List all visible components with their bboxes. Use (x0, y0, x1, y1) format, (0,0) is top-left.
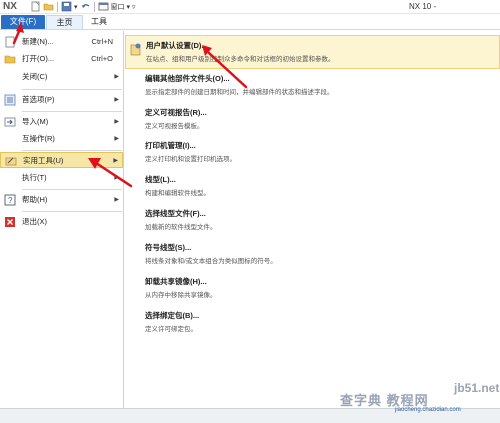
window-menu-dropdown-icon[interactable]: ▾ ▿ (127, 3, 136, 11)
menu-item-label: 首选项(P) (22, 95, 55, 104)
exit-icon (4, 216, 16, 228)
tab-home[interactable]: 主页 (46, 15, 83, 29)
save-icon[interactable] (61, 1, 72, 12)
user-defaults-icon (130, 42, 142, 56)
title-bar: NX ▾ 窗口 ▾ ▿ NX 10 - (0, 0, 500, 14)
utilities-submenu: 用户默认设置(D)... 在站点、组和用户级别控制众多命令和对话框的初始设置和参… (125, 31, 500, 408)
submenu-arrow-icon: ▶ (114, 175, 119, 181)
submenu-item-title: 符号线型(S)... (145, 243, 192, 252)
submenu-item-symbol-font[interactable]: 符号线型(S)... 将线条对象和/或文本组合为类似图标的符号。 (125, 238, 500, 272)
submenu-item-title: 线型(L)... (145, 175, 176, 184)
submenu-item-description: 定义许可绑定包。 (145, 326, 197, 333)
submenu-item-description: 显示指定部件的创建日期和时间，并编辑部件的状态和描述字段。 (145, 89, 334, 96)
watermark-site: jb51.net (454, 381, 500, 395)
submenu-item-title: 编辑其他部件文件头(O)... (145, 74, 230, 83)
help-icon: ? (4, 194, 16, 206)
menu-item-label: 实用工具(U) (23, 156, 64, 165)
submenu-item-title: 定义可视报告(R)... (145, 108, 207, 117)
file-menu: 新建(N)... Ctrl+N 打开(O)... Ctrl+O 关闭(C) ▶ … (0, 31, 124, 423)
menu-separator (22, 150, 122, 151)
submenu-item-description: 将线条对象和/或文本组合为类似图标的符号。 (145, 258, 277, 265)
menu-item-label: 帮助(H) (22, 195, 48, 204)
undo-icon[interactable] (80, 1, 91, 12)
submenu-item-printer-admin[interactable]: 打印机管理(I)... 定义打印机和设置打印机选项。 (125, 136, 500, 170)
submenu-item-title: 卸载共享镜像(H)... (145, 277, 207, 286)
submenu-item-description: 定义打印机和设置打印机选项。 (145, 156, 236, 163)
dropdown-arrow-icon[interactable]: ▾ (74, 3, 78, 11)
menu-item-label: 关闭(C) (22, 72, 48, 81)
submenu-item-description: 从内存中移除共享镜像。 (145, 292, 217, 299)
toolbar-separator (57, 1, 58, 12)
new-file-icon (4, 36, 16, 48)
open-folder-icon[interactable] (43, 1, 54, 12)
menu-separator (22, 89, 122, 90)
import-icon (4, 116, 16, 128)
submenu-item-license-bundle[interactable]: 选择绑定包(B)... 定义许可绑定包。 (125, 306, 500, 340)
shortcut-label: Ctrl+O (91, 54, 113, 63)
menu-separator (22, 111, 122, 112)
svg-text:?: ? (8, 196, 13, 205)
menu-item-preferences[interactable]: 首选项(P) ▶ (0, 92, 123, 108)
submenu-item-title: 选择绑定包(B)... (145, 311, 200, 320)
menu-item-utilities[interactable]: 实用工具(U) ▶ (0, 152, 123, 168)
menu-item-label: 执行(T) (22, 173, 47, 182)
menu-separator (22, 211, 122, 212)
submenu-item-line-font-file[interactable]: 选择线型文件(F)... 加载新的软件线型文件。 (125, 204, 500, 238)
menu-item-exit[interactable]: 退出(X) (0, 214, 123, 230)
window-menu[interactable]: 窗口 (111, 2, 125, 12)
submenu-item-description: 在站点、组和用户级别控制众多命令和对话框的初始设置和参数。 (146, 56, 335, 63)
preferences-icon (4, 94, 16, 106)
submenu-item-line-font[interactable]: 线型(L)... 构建和编辑软件线型。 (125, 170, 500, 204)
menu-item-label: 退出(X) (22, 217, 47, 226)
window-icon[interactable] (98, 1, 109, 12)
tab-file[interactable]: 文件(F) (1, 15, 45, 29)
menu-item-new[interactable]: 新建(N)... Ctrl+N (0, 34, 123, 50)
window-title: NX 10 - (409, 2, 437, 11)
submenu-item-description: 构建和编辑软件线型。 (145, 190, 210, 197)
submenu-item-title: 选择线型文件(F)... (145, 209, 206, 218)
menu-item-help[interactable]: ? 帮助(H) ▶ (0, 192, 123, 208)
watermark-url: jiaocheng.chazidian.com (395, 407, 461, 413)
menu-item-interop[interactable]: 互操作(R) ▶ (0, 131, 123, 147)
submenu-arrow-icon: ▶ (114, 97, 119, 103)
submenu-arrow-icon: ▶ (114, 119, 119, 125)
menu-item-import[interactable]: 导入(M) ▶ (0, 114, 123, 130)
open-folder-icon (4, 53, 16, 65)
submenu-arrow-icon: ▶ (114, 197, 119, 203)
tab-tools[interactable]: 工具 (85, 15, 113, 29)
menu-item-label: 新建(N)... (22, 37, 54, 46)
menu-item-label: 互操作(R) (22, 134, 55, 143)
submenu-item-title: 打印机管理(I)... (145, 141, 196, 150)
submenu-arrow-icon: ▶ (114, 136, 119, 142)
submenu-item-description: 定义可视报告模板。 (145, 123, 204, 130)
submenu-item-edit-part-header[interactable]: 编辑其他部件文件头(O)... 显示指定部件的创建日期和时间，并编辑部件的状态和… (125, 69, 500, 103)
utilities-icon (5, 155, 17, 167)
submenu-item-visual-report[interactable]: 定义可视报告(R)... 定义可视报告模板。 (125, 103, 500, 137)
ribbon-tabs: 文件(F) 主页 工具 (0, 14, 500, 30)
submenu-arrow-icon: ▶ (113, 158, 118, 164)
menu-separator (22, 189, 122, 190)
quick-access-toolbar: ▾ 窗口 ▾ ▿ (30, 1, 136, 12)
menu-item-label: 导入(M) (22, 117, 49, 126)
submenu-item-title: 用户默认设置(D)... (146, 41, 208, 50)
new-file-icon[interactable] (30, 1, 41, 12)
submenu-arrow-icon: ▶ (114, 74, 119, 80)
shortcut-label: Ctrl+N (91, 37, 113, 46)
toolbar-separator (93, 1, 95, 12)
submenu-item-unload-shared-image[interactable]: 卸载共享镜像(H)... 从内存中移除共享镜像。 (125, 272, 500, 306)
submenu-item-description: 加载新的软件线型文件。 (145, 224, 217, 231)
menu-item-close[interactable]: 关闭(C) ▶ (0, 69, 123, 85)
submenu-item-user-defaults[interactable]: 用户默认设置(D)... 在站点、组和用户级别控制众多命令和对话框的初始设置和参… (125, 35, 500, 69)
menu-item-execute[interactable]: 执行(T) ▶ (0, 170, 123, 186)
menu-item-open[interactable]: 打开(O)... Ctrl+O (0, 51, 123, 67)
menu-item-label: 打开(O)... (22, 54, 55, 63)
nx-logo: NX (3, 1, 17, 12)
